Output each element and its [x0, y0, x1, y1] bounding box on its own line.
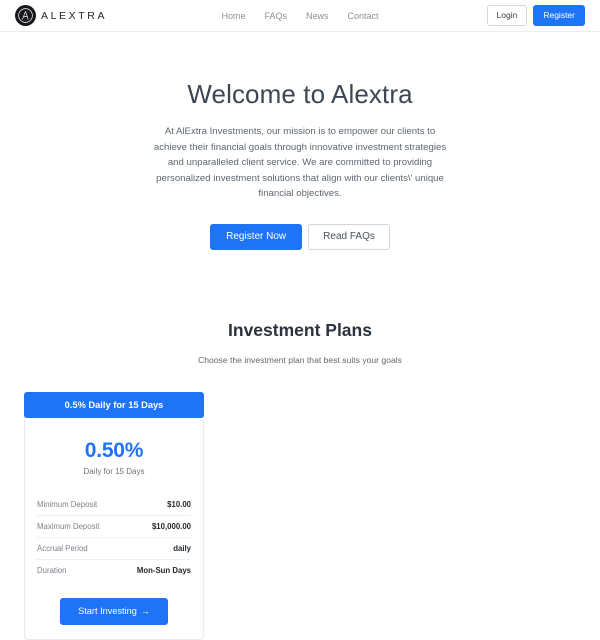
read-faqs-button[interactable]: Read FAQs [308, 223, 390, 250]
plan-rate-label: Daily for 15 Days [83, 466, 145, 476]
plan-row-value: Mon-Sun Days [136, 565, 191, 575]
header-actions: Login Register [486, 5, 585, 26]
brand-name: ALEXTRA [41, 9, 108, 22]
nav-item-home[interactable]: Home [221, 11, 245, 21]
plan-row-duration: Duration Mon-Sun Days [37, 560, 191, 581]
main-nav: Home FAQs News Contact [221, 11, 378, 21]
nav-item-contact[interactable]: Contact [348, 11, 379, 21]
plan-rate: 0.50% [84, 438, 144, 462]
plans-grid: 0.5% Daily for 15 Days 0.50% Daily for 1… [0, 391, 600, 640]
hero-section: Welcome to Alextra At AlExtra Investment… [0, 32, 600, 250]
plan-details: Minimum Deposit $10.00 Maximum Deposit $… [37, 494, 191, 581]
start-investing-button[interactable]: Start Investing → [60, 597, 168, 625]
plan-row-minimum-deposit: Minimum Deposit $10.00 [37, 494, 191, 516]
plan-cta-wrap: Start Investing → [25, 597, 203, 625]
nav-item-faqs[interactable]: FAQs [264, 11, 287, 21]
plan-row-label: Maximum Deposit [37, 521, 100, 531]
plan-row-accrual-period: Accrual Period daily [37, 538, 191, 560]
plan-row-value: $10.00 [167, 499, 191, 509]
hero-cta-group: Register Now Read FAQs [0, 223, 600, 250]
plan-row-value: $10,000.00 [151, 521, 191, 531]
plan-row-label: Accrual Period [37, 543, 88, 553]
alextra-logo-icon [15, 5, 36, 26]
nav-item-news[interactable]: News [306, 11, 329, 21]
investment-plans-section: Investment Plans Choose the investment p… [0, 320, 600, 640]
register-now-button[interactable]: Register Now [210, 223, 303, 250]
plan-row-value: daily [173, 543, 191, 553]
plans-subtitle: Choose the investment plan that best sui… [198, 354, 402, 365]
site-header: ALEXTRA Home FAQs News Contact Login Reg… [0, 0, 600, 32]
plan-card: 0.5% Daily for 15 Days 0.50% Daily for 1… [24, 391, 204, 640]
plan-row-label: Minimum Deposit [37, 499, 98, 509]
plan-ribbon: 0.5% Daily for 15 Days [24, 391, 204, 418]
plan-row-label: Duration [37, 565, 67, 575]
arrow-right-icon: → [140, 605, 150, 616]
plans-title: Investment Plans [228, 319, 372, 340]
register-button[interactable]: Register [533, 5, 585, 26]
login-button[interactable]: Login [486, 5, 528, 26]
start-investing-label: Start Investing [78, 605, 137, 616]
brand-logo[interactable]: ALEXTRA [15, 5, 107, 26]
hero-paragraph: At AlExtra Investments, our mission is t… [153, 126, 447, 200]
page-title: Welcome to Alextra [187, 79, 413, 109]
plan-row-maximum-deposit: Maximum Deposit $10,000.00 [37, 516, 191, 538]
